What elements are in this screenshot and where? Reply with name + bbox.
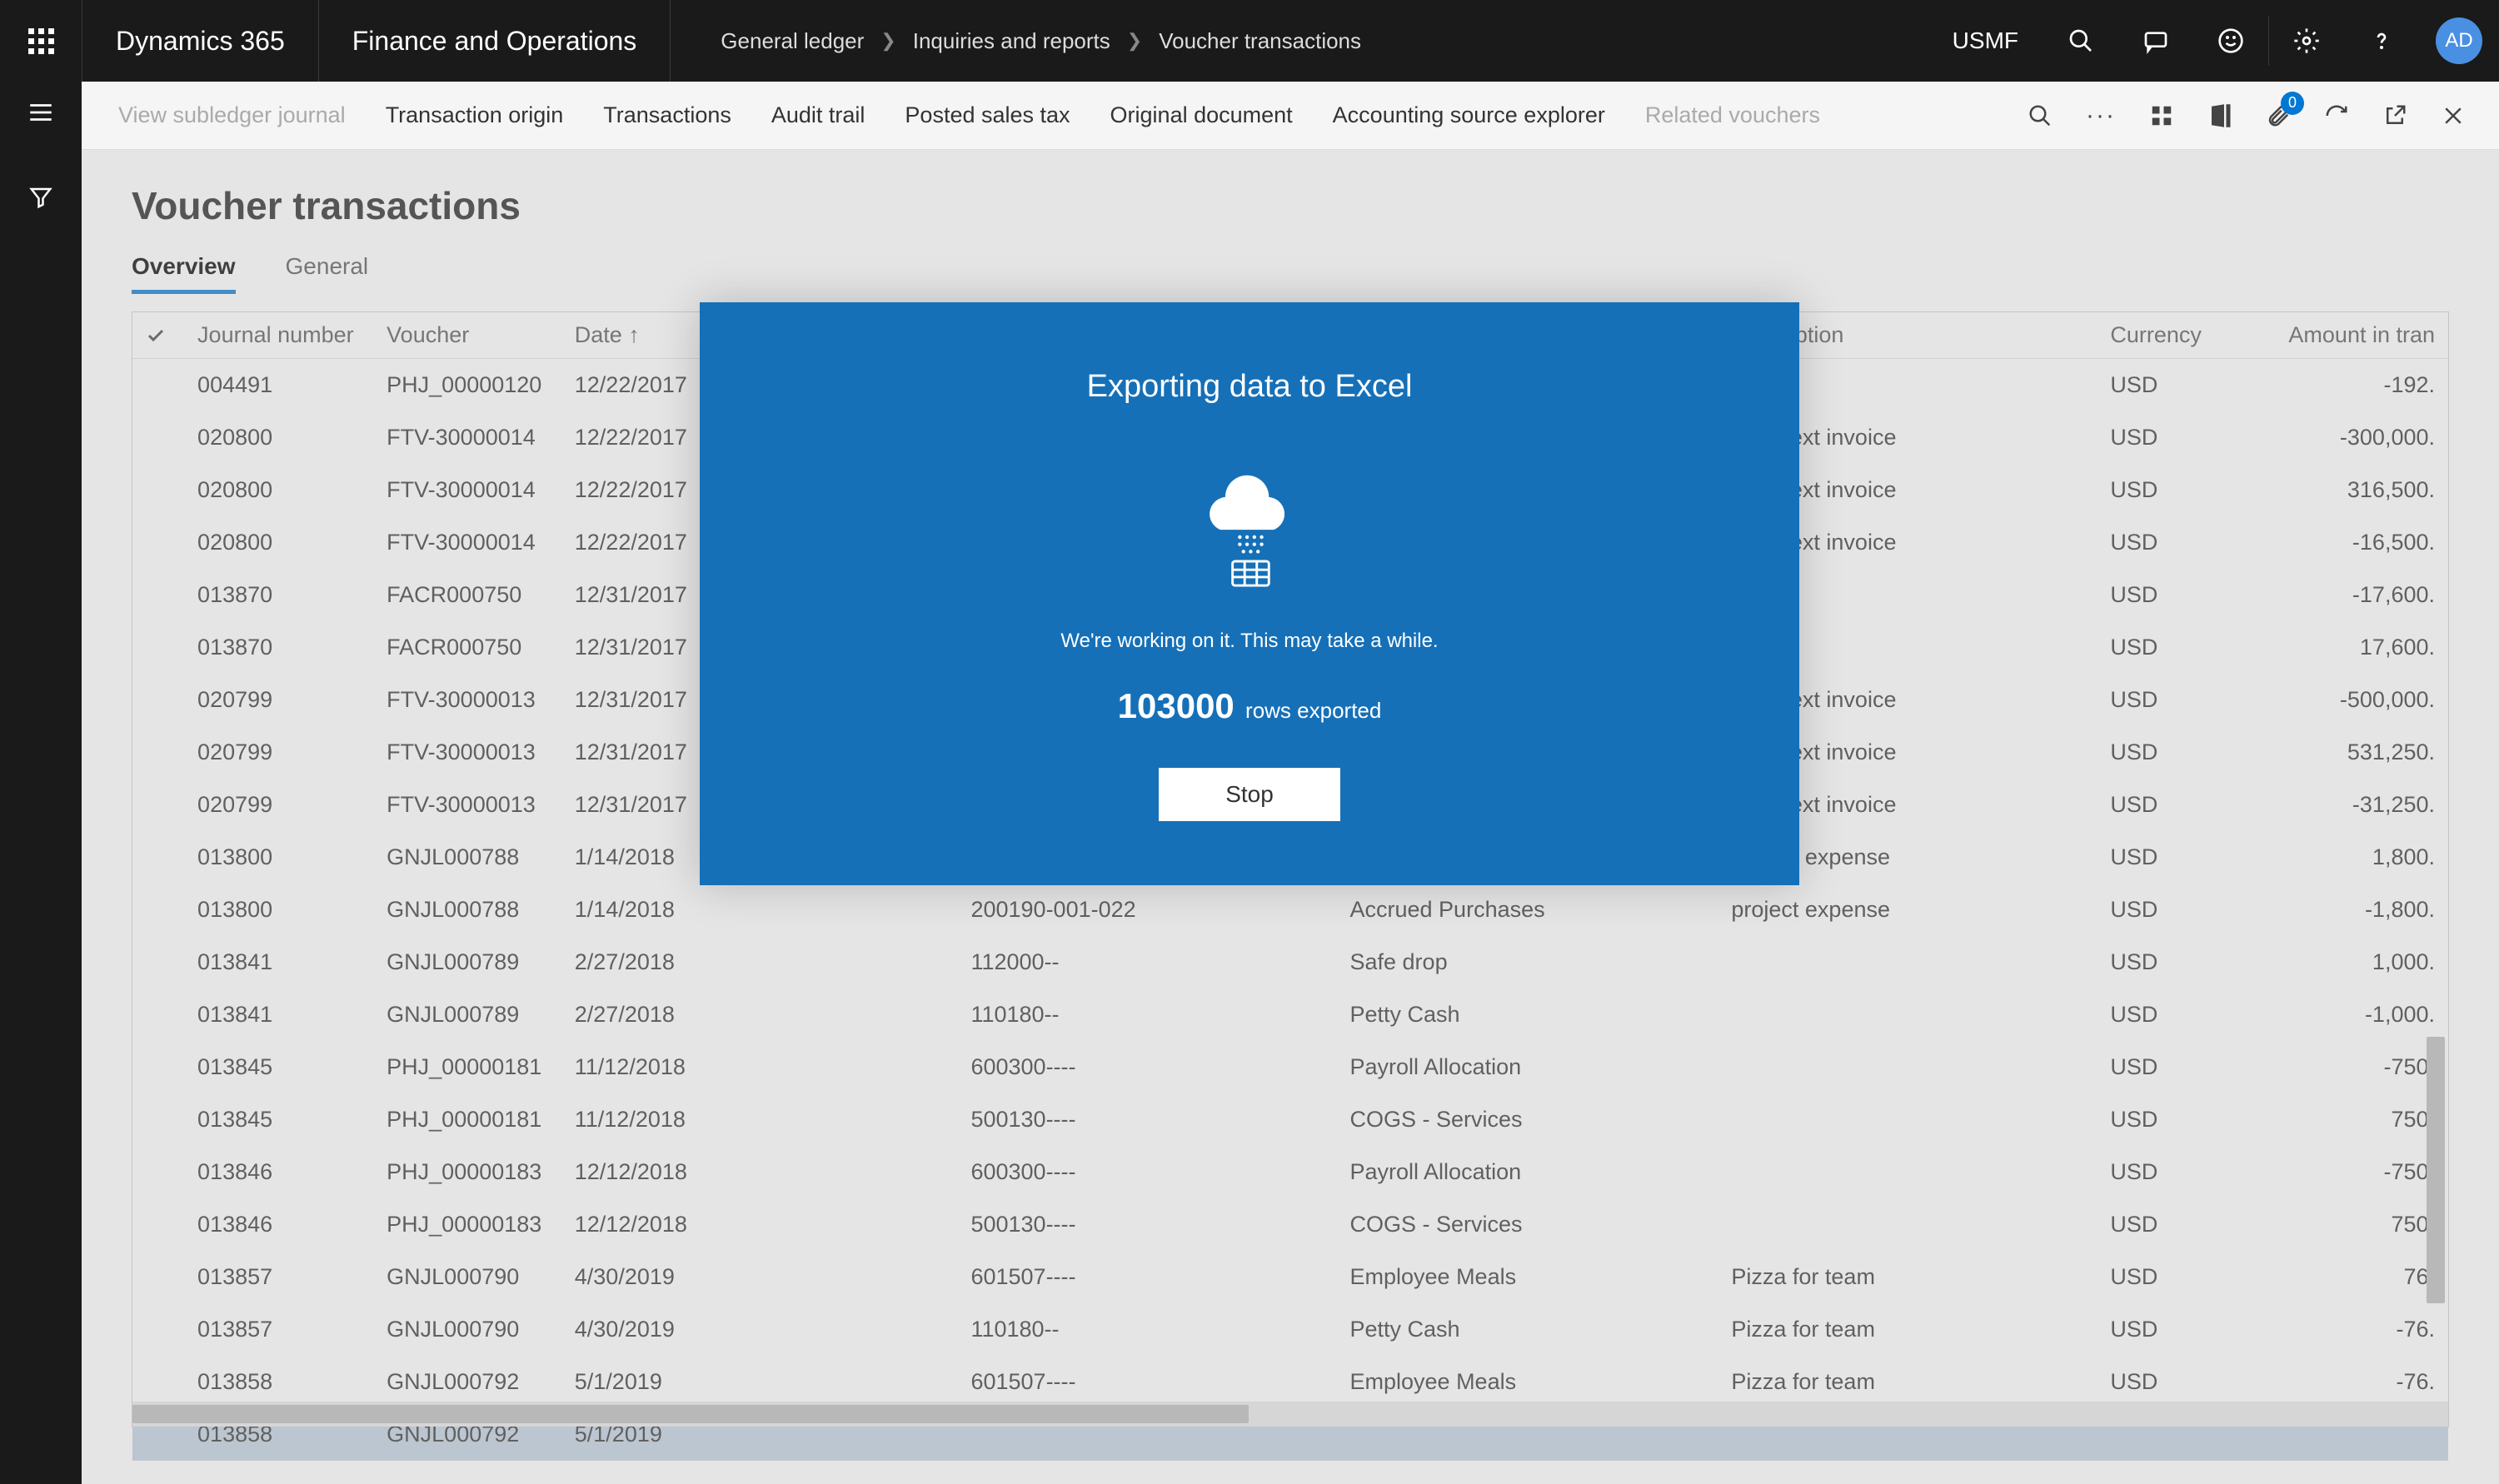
modal-overlay: Exporting data to Excel We're working on… [0,0,2499,1484]
cloud-download-icon [1187,455,1312,588]
rows-exported-count: 103000 [1118,686,1235,725]
dialog-title: Exporting data to Excel [1087,369,1413,405]
dialog-message: We're working on it. This may take a whi… [1060,630,1438,653]
progress-text: 103000 rows exported [1118,686,1382,726]
export-progress-dialog: Exporting data to Excel We're working on… [700,302,1799,885]
stop-button[interactable]: Stop [1159,768,1340,821]
rows-exported-label: rows exported [1245,698,1381,723]
